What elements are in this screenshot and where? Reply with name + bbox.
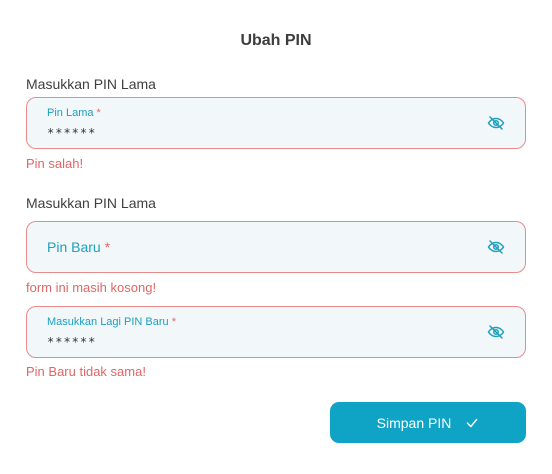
save-pin-button[interactable]: Simpan PIN: [330, 402, 526, 443]
confirm-pin-error: Pin Baru tidak sama!: [26, 364, 146, 379]
confirm-pin-label: Masukkan Lagi PIN Baru *: [47, 316, 177, 328]
required-mark: *: [171, 316, 177, 328]
new-pin-label: Pin Baru *: [47, 239, 111, 255]
new-pin-error: form ini masih kosong!: [26, 280, 157, 295]
required-mark: *: [104, 239, 111, 255]
new-pin-field[interactable]: Pin Baru *: [26, 221, 526, 273]
confirm-pin-field[interactable]: Masukkan Lagi PIN Baru * ******: [26, 306, 526, 358]
old-pin-error: Pin salah!: [26, 156, 84, 171]
old-pin-section-label: Masukkan PIN Lama: [26, 76, 156, 92]
old-pin-label: Pin Lama *: [47, 107, 101, 119]
confirm-pin-value: ******: [47, 335, 97, 349]
save-pin-label: Simpan PIN: [376, 414, 452, 431]
eye-off-icon[interactable]: [487, 114, 505, 132]
old-pin-value: ******: [47, 126, 97, 140]
eye-off-icon[interactable]: [487, 323, 505, 341]
check-icon: [466, 418, 478, 427]
required-mark: *: [96, 107, 101, 119]
new-pin-section-label: Masukkan PIN Lama: [26, 195, 156, 211]
page-title: Ubah PIN: [240, 32, 312, 49]
eye-off-icon[interactable]: [487, 238, 505, 256]
old-pin-field[interactable]: Pin Lama * ******: [26, 97, 526, 149]
